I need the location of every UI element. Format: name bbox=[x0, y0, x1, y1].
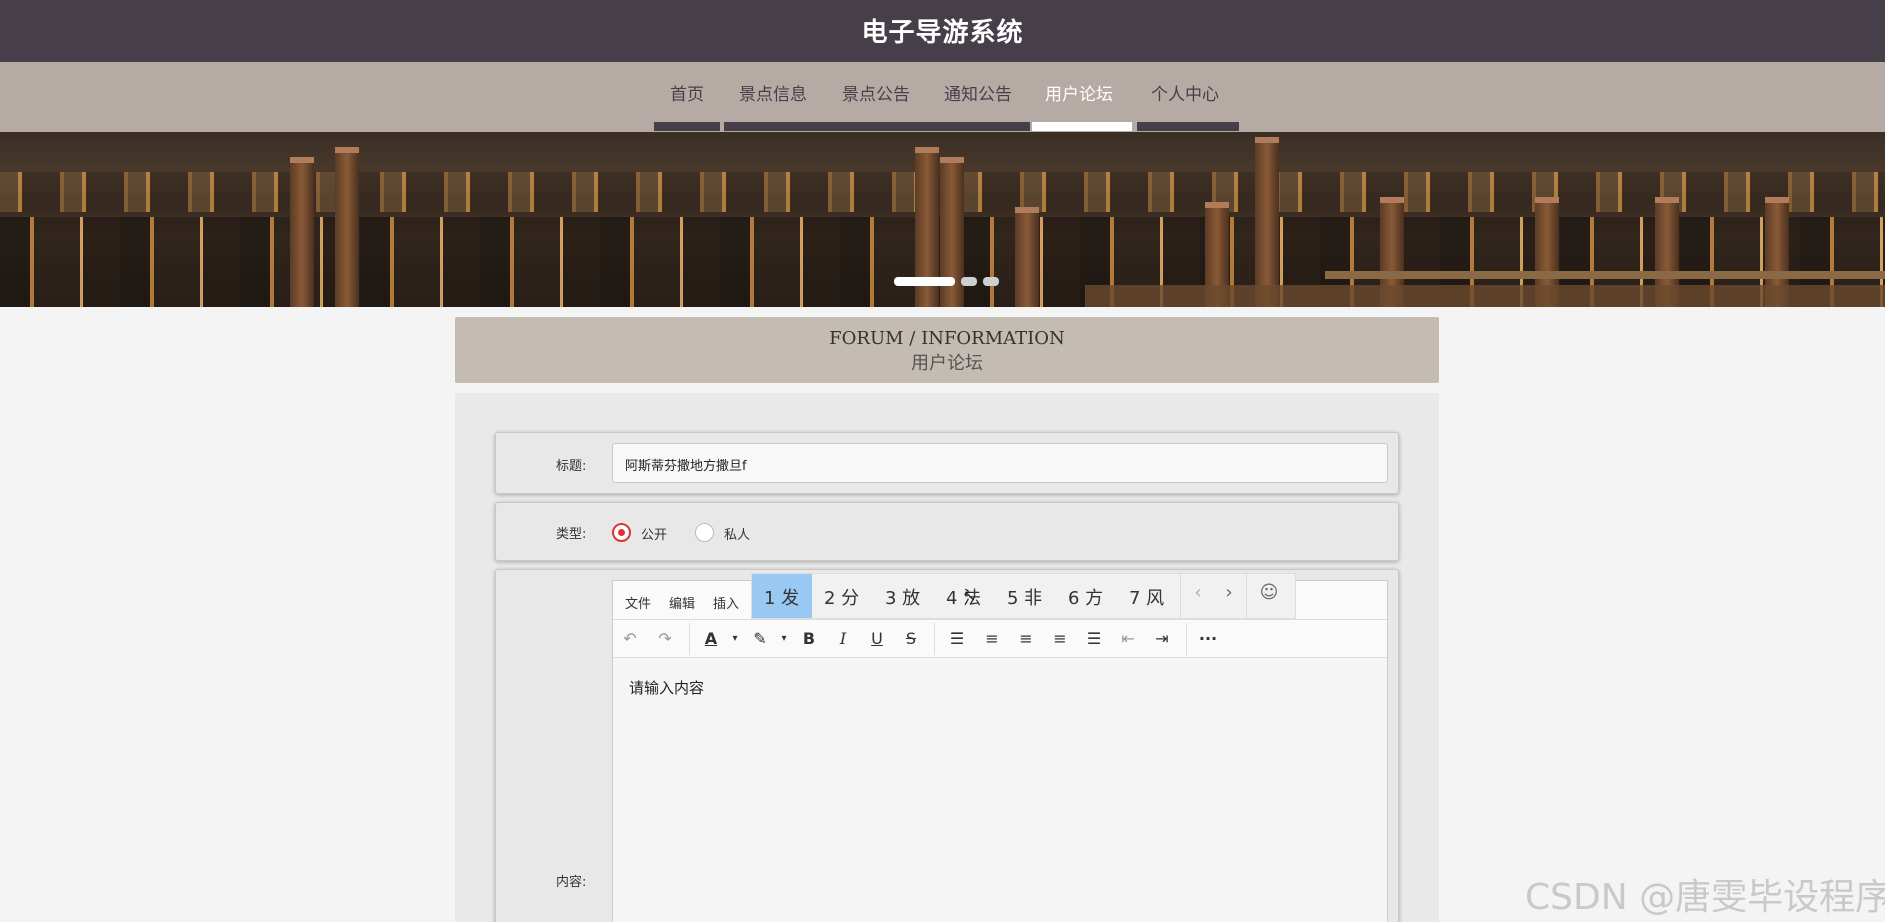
ime-candidate-5[interactable]: 5 非 bbox=[995, 574, 1055, 618]
emoji-icon[interactable]: ☺ bbox=[1254, 574, 1284, 618]
line-height-icon[interactable]: ☰ bbox=[945, 627, 969, 651]
ime-separator bbox=[1180, 574, 1181, 618]
nav-home[interactable]: 首页 bbox=[670, 80, 704, 105]
radio-private[interactable] bbox=[695, 523, 714, 542]
nav-forum-underline bbox=[1032, 122, 1132, 131]
ime-candidate-2[interactable]: 2 分 bbox=[812, 574, 872, 618]
editor-toolbar: ↶ ↷ A ▾ ✎ ▾ B I U S ☰ ≡ ≡ ≡ ☰ ⇤ ⇥ ··· bbox=[613, 620, 1387, 658]
rich-text-editor: 文件 编辑 插入 1 发 2 分 3 放 4 法 5 非 6 方 7 风 ‹ ›… bbox=[612, 573, 1388, 922]
nav-attraction-notices[interactable]: 景点公告 bbox=[842, 80, 910, 105]
nav-middle-underline bbox=[724, 122, 1030, 131]
indent-icon[interactable]: ⇥ bbox=[1150, 627, 1174, 651]
banner-post bbox=[1015, 207, 1039, 307]
toolbar-separator bbox=[934, 623, 935, 655]
toolbar-separator bbox=[1186, 623, 1187, 655]
ime-prev-page-icon[interactable]: ‹ bbox=[1183, 574, 1213, 618]
top-header: 电子导游系统 bbox=[0, 0, 1885, 62]
section-title-cn: 用户论坛 bbox=[911, 353, 983, 374]
font-color-icon[interactable]: A bbox=[699, 627, 723, 651]
menu-file[interactable]: 文件 bbox=[625, 593, 651, 612]
editor-menubar: 文件 编辑 插入 1 发 2 分 3 放 4 法 5 非 6 方 7 风 ‹ ›… bbox=[613, 573, 1387, 620]
csdn-watermark: CSDN @唐雯毕设程序 bbox=[1525, 877, 1885, 918]
section-title-en: FORUM / INFORMATION bbox=[829, 328, 1065, 349]
banner-pier bbox=[1085, 285, 1885, 307]
mouse-cursor-icon: ↖ bbox=[963, 586, 977, 605]
radio-public[interactable] bbox=[612, 523, 631, 542]
type-row: 类型: 公开 私人 bbox=[495, 502, 1399, 561]
banner-post bbox=[290, 157, 314, 307]
nav-user-center[interactable]: 个人中心 bbox=[1151, 80, 1219, 105]
type-label: 类型: bbox=[556, 527, 587, 542]
strikethrough-icon[interactable]: S bbox=[899, 627, 923, 651]
banner-post bbox=[1255, 137, 1279, 307]
align-right-icon[interactable]: ≡ bbox=[1048, 627, 1072, 651]
title-row: 标题: 阿斯蒂芬撒地方撒旦f bbox=[495, 432, 1399, 494]
ime-candidate-bar: 1 发 2 分 3 放 4 法 5 非 6 方 7 风 ‹ › ☺ bbox=[751, 573, 1296, 619]
content-row: 内容: 文件 编辑 插入 1 发 2 分 3 放 4 法 5 非 6 方 7 风… bbox=[495, 569, 1399, 922]
nav-user-center-underline bbox=[1137, 122, 1239, 131]
ime-candidate-6[interactable]: 6 方 bbox=[1056, 574, 1116, 618]
font-color-dropdown-icon[interactable]: ▾ bbox=[723, 627, 747, 651]
underline-icon[interactable]: U bbox=[865, 627, 889, 651]
carousel-dot-1[interactable] bbox=[894, 277, 955, 286]
nav-home-underline bbox=[654, 122, 720, 131]
radio-public-label[interactable]: 公开 bbox=[641, 524, 667, 543]
nav-forum[interactable]: 用户论坛 bbox=[1045, 80, 1113, 105]
ime-separator bbox=[1246, 574, 1247, 618]
align-justify-icon[interactable]: ☰ bbox=[1082, 627, 1106, 651]
highlight-dropdown-icon[interactable]: ▾ bbox=[772, 627, 796, 651]
menu-edit[interactable]: 编辑 bbox=[669, 593, 695, 612]
undo-icon[interactable]: ↶ bbox=[618, 627, 642, 651]
title-input[interactable]: 阿斯蒂芬撒地方撒旦f bbox=[612, 443, 1388, 483]
title-label: 标题: bbox=[556, 459, 587, 474]
content-label: 内容: bbox=[556, 875, 587, 890]
nav-announcements[interactable]: 通知公告 bbox=[944, 80, 1012, 105]
carousel-dot-3[interactable] bbox=[983, 277, 999, 286]
toolbar-separator bbox=[689, 623, 690, 655]
ime-next-page-icon[interactable]: › bbox=[1214, 574, 1244, 618]
redo-icon[interactable]: ↷ bbox=[653, 627, 677, 651]
radio-private-label[interactable]: 私人 bbox=[724, 524, 750, 543]
ime-candidate-3[interactable]: 3 放 bbox=[873, 574, 933, 618]
ime-candidate-7[interactable]: 7 风 bbox=[1117, 574, 1177, 618]
banner-rail bbox=[1325, 271, 1885, 279]
highlight-icon[interactable]: ✎ bbox=[748, 627, 772, 651]
more-icon[interactable]: ··· bbox=[1196, 627, 1220, 651]
editor-content-area[interactable]: 请输入内容 bbox=[613, 658, 1387, 922]
carousel-dot-2[interactable] bbox=[961, 277, 977, 286]
site-title: 电子导游系统 bbox=[861, 18, 1024, 48]
bold-icon[interactable]: B bbox=[797, 627, 821, 651]
menu-insert[interactable]: 插入 bbox=[713, 593, 739, 612]
ime-candidate-1[interactable]: 1 发 bbox=[752, 574, 812, 618]
banner-post bbox=[335, 147, 359, 307]
section-header: FORUM / INFORMATION 用户论坛 bbox=[455, 317, 1439, 383]
nav-attractions[interactable]: 景点信息 bbox=[739, 80, 807, 105]
align-left-icon[interactable]: ≡ bbox=[980, 627, 1004, 651]
align-center-icon[interactable]: ≡ bbox=[1014, 627, 1038, 651]
outdent-icon[interactable]: ⇤ bbox=[1116, 627, 1140, 651]
editor-placeholder: 请输入内容 bbox=[629, 679, 705, 697]
italic-icon[interactable]: I bbox=[831, 627, 855, 651]
